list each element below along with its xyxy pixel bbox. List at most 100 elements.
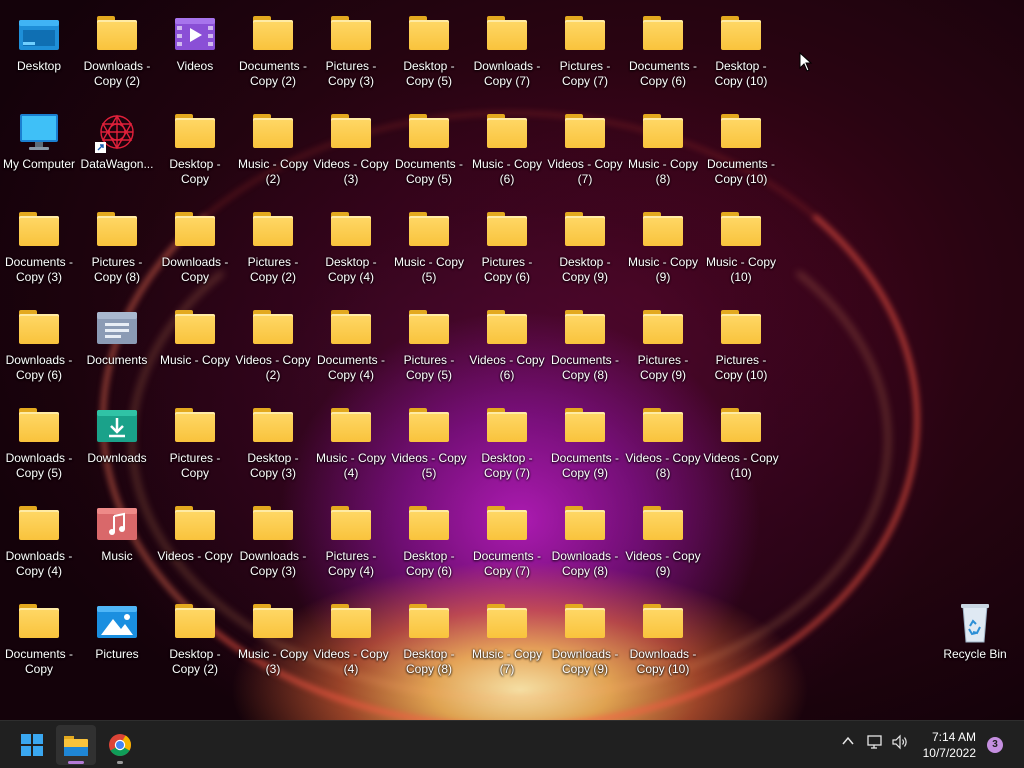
desktop-icon-folder[interactable]: Pictures - Copy (8) bbox=[78, 202, 156, 294]
icon-label: Pictures - Copy (3) bbox=[325, 59, 377, 88]
folder-icon bbox=[563, 308, 607, 348]
desktop-icon-folder[interactable]: Documents - Copy (10) bbox=[702, 104, 780, 196]
desktop-icon-folder[interactable]: Documents - Copy (7) bbox=[468, 496, 546, 588]
desktop-icon-folder[interactable]: Videos - Copy (9) bbox=[624, 496, 702, 588]
desktop-icon-folder[interactable]: Documents - Copy (5) bbox=[390, 104, 468, 196]
desktop-icon-folder[interactable]: Videos - Copy (7) bbox=[546, 104, 624, 196]
desktop-icon-folder[interactable]: Desktop - Copy (6) bbox=[390, 496, 468, 588]
folder-icon bbox=[173, 210, 217, 250]
start-button[interactable] bbox=[12, 725, 52, 765]
icon-label: Downloads - Copy (10) bbox=[629, 647, 697, 676]
desktop-icon-folder[interactable]: Downloads - Copy (2) bbox=[78, 6, 156, 98]
volume-icon[interactable] bbox=[891, 733, 909, 754]
desktop-icon-folder[interactable]: Pictures - Copy (6) bbox=[468, 202, 546, 294]
desktop-icon-downloads[interactable]: Downloads bbox=[78, 398, 156, 490]
chevron-up-icon[interactable] bbox=[840, 733, 856, 752]
desktop-icon-documents[interactable]: Documents bbox=[78, 300, 156, 392]
folder-icon bbox=[641, 210, 685, 250]
desktop-icon-folder[interactable]: Pictures - Copy (7) bbox=[546, 6, 624, 98]
folder-icon bbox=[719, 210, 763, 250]
desktop-icon-folder[interactable]: Music - Copy (6) bbox=[468, 104, 546, 196]
desktop-icon-videos[interactable]: Videos bbox=[156, 6, 234, 98]
chrome-taskbar-button[interactable] bbox=[100, 725, 140, 765]
folder-icon bbox=[485, 602, 529, 642]
desktop-icon-folder[interactable]: Desktop - Copy (3) bbox=[234, 398, 312, 490]
folder-icon bbox=[329, 406, 373, 446]
desktop-icon-folder[interactable]: Music - Copy (10) bbox=[702, 202, 780, 294]
desktop-icon-folder[interactable]: Music - Copy (2) bbox=[234, 104, 312, 196]
desktop-icon-folder[interactable]: Downloads - Copy (4) bbox=[0, 496, 78, 588]
desktop-icon-folder[interactable]: Downloads - Copy (7) bbox=[468, 6, 546, 98]
desktop-icon-folder[interactable]: Music - Copy (8) bbox=[624, 104, 702, 196]
folder-icon bbox=[641, 602, 685, 642]
desktop-icon-folder[interactable]: Downloads - Copy (3) bbox=[234, 496, 312, 588]
network-icon[interactable] bbox=[866, 733, 884, 754]
desktop-icon-folder[interactable]: Desktop - Copy (7) bbox=[468, 398, 546, 490]
icon-label: Desktop - Copy (6) bbox=[403, 549, 455, 578]
desktop-icon-desktop[interactable]: Desktop bbox=[0, 6, 78, 98]
desktop-icon-folder[interactable]: Desktop - Copy (2) bbox=[156, 594, 234, 686]
desktop-icon-folder[interactable]: Music - Copy (9) bbox=[624, 202, 702, 294]
desktop-icon-folder[interactable]: Desktop - Copy (10) bbox=[702, 6, 780, 98]
desktop-icon-folder[interactable]: Downloads - Copy (10) bbox=[624, 594, 702, 686]
folder-icon bbox=[407, 406, 451, 446]
icon-label: Documents - Copy (5) bbox=[394, 157, 464, 186]
desktop-icon-folder[interactable]: Pictures - Copy bbox=[156, 398, 234, 490]
desktop-icon-folder[interactable]: Pictures - Copy (5) bbox=[390, 300, 468, 392]
desktop-icon-folder[interactable]: Pictures - Copy (4) bbox=[312, 496, 390, 588]
desktop-folder-icon bbox=[17, 14, 61, 54]
desktop-icon-recycle-bin[interactable]: Recycle Bin bbox=[936, 594, 1014, 686]
desktop-icon-folder[interactable]: Videos - Copy (8) bbox=[624, 398, 702, 490]
icon-label: Videos bbox=[176, 59, 214, 73]
desktop-icon-folder[interactable]: Music - Copy (5) bbox=[390, 202, 468, 294]
desktop-icon-folder[interactable]: Music - Copy (3) bbox=[234, 594, 312, 686]
icon-label: Documents bbox=[86, 353, 148, 367]
desktop-icon-folder[interactable]: Desktop - Copy (5) bbox=[390, 6, 468, 98]
desktop-icon-folder[interactable]: Downloads - Copy (6) bbox=[0, 300, 78, 392]
desktop-icon-folder[interactable]: Documents - Copy (9) bbox=[546, 398, 624, 490]
desktop-icon-music[interactable]: Music bbox=[78, 496, 156, 588]
desktop-icon-folder[interactable]: Pictures - Copy (3) bbox=[312, 6, 390, 98]
desktop-icon-folder[interactable]: Desktop - Copy bbox=[156, 104, 234, 196]
file-explorer-icon bbox=[64, 736, 88, 756]
icon-label: Downloads bbox=[87, 451, 147, 465]
desktop-icon-folder[interactable]: Videos - Copy (10) bbox=[702, 398, 780, 490]
desktop-icon-folder[interactable]: Videos - Copy bbox=[156, 496, 234, 588]
desktop-icon-folder[interactable]: Music - Copy (4) bbox=[312, 398, 390, 490]
icon-label: Pictures - Copy (4) bbox=[325, 549, 377, 578]
desktop-icon-folder[interactable]: Downloads - Copy (9) bbox=[546, 594, 624, 686]
desktop-icon-my-computer[interactable]: My Computer bbox=[0, 104, 78, 196]
taskbar-clock[interactable]: 7:14 AM 10/7/2022 bbox=[923, 729, 976, 761]
desktop-icon-folder[interactable]: Music - Copy bbox=[156, 300, 234, 392]
desktop-icon-folder[interactable]: Documents - Copy (4) bbox=[312, 300, 390, 392]
active-app-indicator bbox=[68, 761, 84, 764]
desktop-icon-folder[interactable]: Music - Copy (7) bbox=[468, 594, 546, 686]
desktop-icon-folder[interactable]: Documents - Copy (8) bbox=[546, 300, 624, 392]
desktop-icon-folder[interactable]: Downloads - Copy bbox=[156, 202, 234, 294]
desktop-icon-folder[interactable]: Videos - Copy (4) bbox=[312, 594, 390, 686]
desktop-icon-folder[interactable]: Downloads - Copy (5) bbox=[0, 398, 78, 490]
desktop-icon-folder[interactable]: Desktop - Copy (4) bbox=[312, 202, 390, 294]
desktop-icon-folder[interactable]: Videos - Copy (5) bbox=[390, 398, 468, 490]
desktop-icon-folder[interactable]: Pictures - Copy (10) bbox=[702, 300, 780, 392]
icon-label: Documents - Copy (8) bbox=[550, 353, 620, 382]
folder-icon bbox=[173, 602, 217, 642]
notification-badge[interactable]: 3 bbox=[987, 737, 1003, 753]
desktop-icon-folder[interactable]: Videos - Copy (3) bbox=[312, 104, 390, 196]
desktop-icon-folder[interactable]: Documents - Copy bbox=[0, 594, 78, 686]
desktop-icon-folder[interactable]: Pictures - Copy (9) bbox=[624, 300, 702, 392]
desktop-icon-folder[interactable]: Desktop - Copy (8) bbox=[390, 594, 468, 686]
desktop-icon-folder[interactable]: Pictures - Copy (2) bbox=[234, 202, 312, 294]
icon-label: Music bbox=[101, 549, 133, 563]
desktop-icon-folder[interactable]: Videos - Copy (2) bbox=[234, 300, 312, 392]
desktop-icon-folder[interactable]: Documents - Copy (6) bbox=[624, 6, 702, 98]
file-explorer-taskbar-button[interactable] bbox=[56, 725, 96, 765]
desktop-icon-folder[interactable]: Documents - Copy (2) bbox=[234, 6, 312, 98]
desktop-icon-folder[interactable]: Desktop - Copy (9) bbox=[546, 202, 624, 294]
desktop-icon-datawagon-shortcut[interactable]: DataWagon... bbox=[78, 104, 156, 196]
icon-label: Downloads - Copy (5) bbox=[5, 451, 73, 480]
desktop-icon-folder[interactable]: Documents - Copy (3) bbox=[0, 202, 78, 294]
desktop-icon-pictures[interactable]: Pictures bbox=[78, 594, 156, 686]
desktop-icon-folder[interactable]: Videos - Copy (6) bbox=[468, 300, 546, 392]
desktop-icon-folder[interactable]: Downloads - Copy (8) bbox=[546, 496, 624, 588]
